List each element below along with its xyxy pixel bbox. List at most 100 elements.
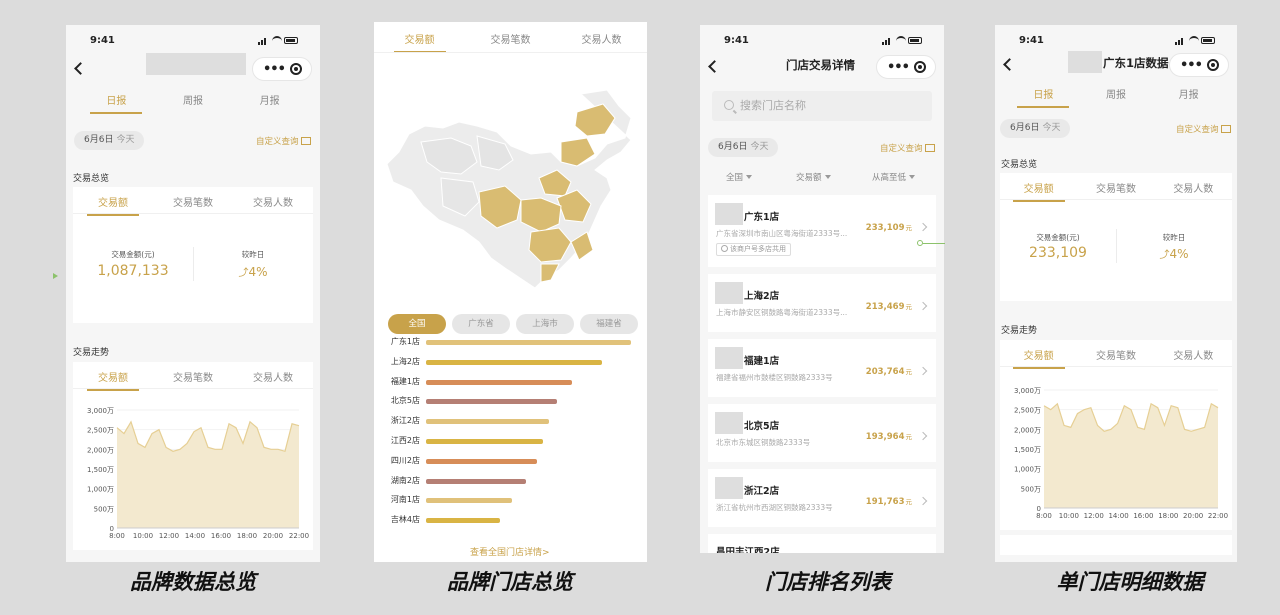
kpi-change: ⤴4% [1116,246,1232,261]
back-icon[interactable] [1003,58,1016,71]
signal-icon [882,37,892,45]
custom-query-link[interactable]: 自定义查询 [1176,123,1231,135]
bar-category-label: 江西2店 [390,436,420,445]
more-dots-icon[interactable]: ••• [887,60,910,75]
tab-monthly[interactable]: 月报 [1152,86,1225,101]
bar-category-label: 浙江2店 [390,416,420,426]
y-tick-label: 1,000万 [87,486,114,494]
region-btn-national[interactable]: 全国 [388,314,446,334]
tab-daily[interactable]: 日报 [78,92,155,114]
date-selector[interactable]: 6月6日 今天 [1000,119,1071,138]
store-name: 北京5店 [744,421,780,432]
tab-count[interactable]: 交易笔数 [1077,180,1154,195]
store-list-item[interactable]: 广东1店 广东省深圳市南山区粤海街道2333号... 233,109元 该商户号… [708,195,936,267]
y-tick-label: 2,000万 [1014,426,1041,434]
tab-people[interactable]: 交易人数 [556,31,647,46]
overview-card: 交易额 交易笔数 交易人数 交易金额(元) 233,109 较昨日 ⤴4% [1000,173,1232,301]
close-target-icon[interactable] [1207,59,1219,71]
phone-store-ranking: 9:41 门店交易详情 ••• 搜索门店名称 6月6日 今天 自定义查询 全国 交… [700,25,944,553]
tab-people[interactable]: 交易人数 [1155,180,1232,195]
mini-program-capsule: ••• [252,57,312,81]
tab-divider [73,213,313,214]
filter-sort[interactable]: 从高至低 [872,171,916,183]
store-amount-value: 191,763 [865,497,905,507]
store-address: 上海市静安区铜鼓路粤海街道2333号... [716,308,848,317]
x-tick-label: 12:00 [159,532,179,540]
store-amount-unit: 元 [905,433,913,441]
filter-metric[interactable]: 交易额 [796,171,831,183]
calendar-icon [924,144,935,152]
trend-tab-people[interactable]: 交易人数 [233,369,313,384]
tab-people[interactable]: 交易人数 [233,194,313,209]
tab-weekly[interactable]: 周报 [155,92,232,107]
tab-amount[interactable]: 交易额 [73,194,153,216]
trend-tab-people[interactable]: 交易人数 [1155,347,1232,362]
filter-region[interactable]: 全国 [726,171,753,183]
region-btn-fujian[interactable]: 福建省 [580,314,638,334]
tab-count[interactable]: 交易笔数 [465,31,556,46]
date-selector[interactable]: 6月6日 今天 [74,131,145,150]
x-tick-label: 10:00 [133,532,153,540]
store-thumbnail [715,347,743,369]
store-list-item[interactable]: 北京5店 北京市东城区铜鼓路2333号 193,964元 [708,404,936,462]
trend-tab-amount[interactable]: 交易额 [73,369,153,391]
metric-tabs: 交易额 交易笔数 交易人数 [374,31,647,53]
custom-query-link[interactable]: 自定义查询 [880,142,935,154]
close-target-icon[interactable] [914,61,926,73]
trend-tab-count[interactable]: 交易笔数 [153,369,233,384]
date-selector[interactable]: 6月6日 今天 [708,138,779,157]
x-tick-label: 8:00 [1036,512,1052,520]
store-name: 上海2店 [744,291,780,302]
chevron-right-icon [918,366,928,376]
china-map[interactable] [381,82,639,297]
y-tick-label: 1,000万 [1014,466,1041,474]
search-input[interactable]: 搜索门店名称 [712,91,932,121]
calendar-icon [1220,125,1231,133]
more-dots-icon[interactable]: ••• [263,62,286,77]
more-dots-icon[interactable]: ••• [1180,58,1203,73]
tab-divider [374,52,647,53]
trend-tab-count[interactable]: 交易笔数 [1077,347,1154,362]
x-tick-label: 14:00 [185,532,205,540]
phone-store-detail: 9:41 广东1店数据 ••• 日报 周报 月报 6月6日 今天 自定义查询 交易… [995,25,1237,562]
back-icon[interactable] [74,62,87,75]
trend-title: 交易走势 [1001,326,1038,336]
back-icon[interactable] [708,60,721,73]
tab-daily[interactable]: 日报 [1007,86,1080,108]
x-tick-label: 18:00 [237,532,257,540]
bar [426,340,631,345]
view-all-stores-link[interactable]: 查看全国门店详情> [470,545,550,558]
region-btn-shanghai[interactable]: 上海市 [516,314,574,334]
custom-query-link[interactable]: 自定义查询 [256,135,311,147]
store-list-item[interactable]: 上海2店 上海市静安区铜鼓路粤海街道2333号... 213,469元 [708,274,936,332]
annotation-arrow [53,273,58,279]
bar [426,379,572,385]
bar [426,359,603,365]
calendar-icon [300,137,311,145]
caret-down-icon [909,175,916,179]
store-list-item-partial[interactable]: 昌田丰江西2店 [708,534,936,553]
date-main: 6月6日 [1010,123,1040,133]
area-line [116,420,300,453]
tab-amount[interactable]: 交易额 [374,31,465,53]
overview-metric-tabs: 交易额 交易笔数 交易人数 [73,194,313,216]
store-list-item[interactable]: 福建1店 福建省福州市鼓楼区铜鼓路2333号 203,764元 [708,339,936,397]
tab-amount[interactable]: 交易额 [1000,180,1077,202]
tab-monthly[interactable]: 月报 [231,92,308,107]
store-address: 浙江省杭州市西湖区铜鼓路2333号 [716,503,833,512]
filter-sort-label: 从高至低 [872,173,907,183]
tab-count[interactable]: 交易笔数 [153,194,233,209]
trend-tab-amount[interactable]: 交易额 [1000,347,1077,369]
store-list-item[interactable]: 浙江2店 浙江省杭州市西湖区铜鼓路2333号 191,763元 [708,469,936,527]
store-name: 福建1店 [744,356,780,367]
trend-up-icon: ⤴ [238,268,249,279]
x-tick-label: 18:00 [1158,512,1178,520]
kpi-label: 交易金额(元) [111,250,155,259]
kpi-label: 交易金额(元) [1036,233,1080,242]
trend-title: 交易走势 [73,348,110,358]
region-btn-guangdong[interactable]: 广东省 [452,314,510,334]
close-target-icon[interactable] [290,63,302,75]
tab-weekly[interactable]: 周报 [1080,86,1153,101]
battery-icon [908,37,922,44]
kpi-compare-label: 较昨日 [1162,233,1186,242]
